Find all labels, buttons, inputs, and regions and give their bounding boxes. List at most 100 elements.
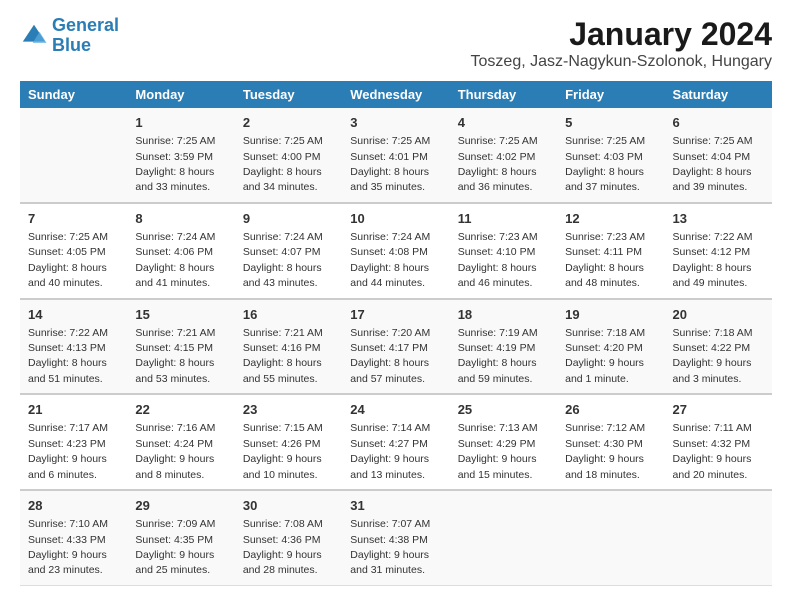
sunset: Sunset: 4:02 PM bbox=[458, 151, 536, 163]
sunrise: Sunrise: 7:07 AM bbox=[350, 518, 430, 530]
daylight: Daylight: 8 hours and 41 minutes. bbox=[135, 262, 214, 289]
day-cell: 18Sunrise: 7:19 AMSunset: 4:19 PMDayligh… bbox=[450, 299, 557, 395]
logo-icon bbox=[20, 22, 48, 50]
week-row-2: 7Sunrise: 7:25 AMSunset: 4:05 PMDaylight… bbox=[20, 203, 772, 299]
col-header-friday: Friday bbox=[557, 81, 664, 108]
day-cell: 23Sunrise: 7:15 AMSunset: 4:26 PMDayligh… bbox=[235, 394, 342, 490]
sunset: Sunset: 4:17 PM bbox=[350, 342, 428, 354]
sunrise: Sunrise: 7:21 AM bbox=[243, 327, 323, 339]
sunrise: Sunrise: 7:11 AM bbox=[673, 422, 752, 434]
day-cell: 4 Sunrise: 7:25 AM Sunset: 4:02 PM Daylight… bbox=[450, 108, 557, 203]
day-cell: 3Sunrise: 7:25 AMSunset: 4:01 PMDaylight… bbox=[342, 108, 449, 203]
sunset: Sunset: 4:16 PM bbox=[243, 342, 321, 354]
day-number: 7 bbox=[28, 210, 119, 228]
day-number: 29 bbox=[135, 497, 226, 515]
day-number: 4 bbox=[458, 114, 549, 132]
day-cell: 5Sunrise: 7:25 AMSunset: 4:03 PMDaylight… bbox=[557, 108, 664, 203]
daylight: Daylight: 8 hours and 46 minutes. bbox=[458, 262, 537, 289]
day-number: 23 bbox=[243, 401, 334, 419]
day-cell: 29Sunrise: 7:09 AMSunset: 4:35 PMDayligh… bbox=[127, 490, 234, 585]
day-cell bbox=[665, 490, 772, 585]
day-cell bbox=[20, 108, 127, 203]
subtitle: Toszeg, Jasz-Nagykun-Szolonok, Hungary bbox=[471, 53, 772, 71]
col-header-tuesday: Tuesday bbox=[235, 81, 342, 108]
daylight: Daylight: 8 hours and 36 minutes. bbox=[458, 166, 537, 193]
day-cell: 26Sunrise: 7:12 AMSunset: 4:30 PMDayligh… bbox=[557, 394, 664, 490]
sunrise: Sunrise: 7:15 AM bbox=[243, 422, 323, 434]
day-cell: 25Sunrise: 7:13 AMSunset: 4:29 PMDayligh… bbox=[450, 394, 557, 490]
sunset: Sunset: 4:15 PM bbox=[135, 342, 213, 354]
sunrise: Sunrise: 7:18 AM bbox=[673, 327, 753, 339]
day-cell: 22Sunrise: 7:16 AMSunset: 4:24 PMDayligh… bbox=[127, 394, 234, 490]
daylight: Daylight: 8 hours and 44 minutes. bbox=[350, 262, 429, 289]
day-number: 18 bbox=[458, 306, 549, 324]
day-cell: 8Sunrise: 7:24 AMSunset: 4:06 PMDaylight… bbox=[127, 203, 234, 299]
daylight: Daylight: 8 hours and 51 minutes. bbox=[28, 357, 107, 384]
day-cell: 11Sunrise: 7:23 AMSunset: 4:10 PMDayligh… bbox=[450, 203, 557, 299]
sunset: Sunset: 4:22 PM bbox=[673, 342, 751, 354]
sunrise: Sunrise: 7:25 AM bbox=[565, 135, 645, 147]
sunset: Sunset: 4:00 PM bbox=[243, 151, 321, 163]
col-header-thursday: Thursday bbox=[450, 81, 557, 108]
day-number: 13 bbox=[673, 210, 764, 228]
day-number: 12 bbox=[565, 210, 656, 228]
daylight: Daylight: 8 hours and 33 minutes. bbox=[135, 166, 214, 193]
day-number: 30 bbox=[243, 497, 334, 515]
day-cell: 19Sunrise: 7:18 AMSunset: 4:20 PMDayligh… bbox=[557, 299, 664, 395]
logo-line1: General bbox=[52, 15, 119, 35]
day-cell: 14Sunrise: 7:22 AMSunset: 4:13 PMDayligh… bbox=[20, 299, 127, 395]
sunrise: Sunrise: 7:16 AM bbox=[135, 422, 215, 434]
day-cell: 28Sunrise: 7:10 AMSunset: 4:33 PMDayligh… bbox=[20, 490, 127, 585]
daylight: Daylight: 9 hours and 23 minutes. bbox=[28, 549, 107, 576]
sunset: Sunset: 4:12 PM bbox=[673, 246, 751, 258]
daylight: Daylight: 9 hours and 8 minutes. bbox=[135, 453, 214, 480]
day-cell bbox=[557, 490, 664, 585]
sunset: Sunset: 4:26 PM bbox=[243, 438, 321, 450]
daylight: Daylight: 8 hours and 57 minutes. bbox=[350, 357, 429, 384]
sunrise: Sunrise: 7:24 AM bbox=[350, 231, 430, 243]
day-number: 27 bbox=[673, 401, 764, 419]
sunset: Sunset: 4:08 PM bbox=[350, 246, 428, 258]
title-area: January 2024 Toszeg, Jasz-Nagykun-Szolon… bbox=[471, 16, 772, 71]
day-cell: 9Sunrise: 7:24 AMSunset: 4:07 PMDaylight… bbox=[235, 203, 342, 299]
sunset: Sunset: 4:23 PM bbox=[28, 438, 106, 450]
day-cell: 2Sunrise: 7:25 AMSunset: 4:00 PMDaylight… bbox=[235, 108, 342, 203]
sunrise: Sunrise: 7:18 AM bbox=[565, 327, 645, 339]
daylight: Daylight: 9 hours and 13 minutes. bbox=[350, 453, 429, 480]
day-number: 6 bbox=[673, 114, 764, 132]
sunrise: Sunrise: 7:09 AM bbox=[135, 518, 215, 530]
day-cell bbox=[450, 490, 557, 585]
day-cell: 6Sunrise: 7:25 AMSunset: 4:04 PMDaylight… bbox=[665, 108, 772, 203]
sunrise: Sunrise: 7:25 AM bbox=[135, 135, 215, 147]
col-header-wednesday: Wednesday bbox=[342, 81, 449, 108]
sunrise: Sunrise: 7:23 AM bbox=[458, 231, 538, 243]
daylight: Daylight: 8 hours and 59 minutes. bbox=[458, 357, 537, 384]
daylight: Daylight: 9 hours and 3 minutes. bbox=[673, 357, 752, 384]
sunrise: Sunrise: 7:24 AM bbox=[243, 231, 323, 243]
daylight: Daylight: 9 hours and 1 minute. bbox=[565, 357, 644, 384]
sunset: Sunset: 4:38 PM bbox=[350, 534, 428, 546]
sunset: Sunset: 4:30 PM bbox=[565, 438, 643, 450]
day-number: 14 bbox=[28, 306, 119, 324]
day-number: 21 bbox=[28, 401, 119, 419]
day-number: 22 bbox=[135, 401, 226, 419]
sunrise: Sunrise: 7:25 AM bbox=[28, 231, 108, 243]
day-number: 25 bbox=[458, 401, 549, 419]
sunrise: Sunrise: 7:21 AM bbox=[135, 327, 215, 339]
sunrise: Sunrise: 7:25 AM bbox=[673, 135, 753, 147]
daylight: Daylight: 8 hours and 48 minutes. bbox=[565, 262, 644, 289]
daylight: Daylight: 9 hours and 25 minutes. bbox=[135, 549, 214, 576]
daylight: Daylight: 9 hours and 20 minutes. bbox=[673, 453, 752, 480]
sunrise: Sunrise: 7:25 AM bbox=[458, 135, 538, 147]
daylight: Daylight: 8 hours and 49 minutes. bbox=[673, 262, 752, 289]
sunset: Sunset: 4:06 PM bbox=[135, 246, 213, 258]
sunrise: Sunrise: 7:19 AM bbox=[458, 327, 538, 339]
daylight: Daylight: 9 hours and 15 minutes. bbox=[458, 453, 537, 480]
day-cell: 16Sunrise: 7:21 AMSunset: 4:16 PMDayligh… bbox=[235, 299, 342, 395]
sunset: Sunset: 4:36 PM bbox=[243, 534, 321, 546]
logo: General Blue bbox=[20, 16, 119, 56]
week-row-1: 1Sunrise: 7:25 AMSunset: 3:59 PMDaylight… bbox=[20, 108, 772, 203]
daylight: Daylight: 9 hours and 31 minutes. bbox=[350, 549, 429, 576]
sunset: Sunset: 4:33 PM bbox=[28, 534, 106, 546]
sunset: Sunset: 4:11 PM bbox=[565, 246, 642, 258]
